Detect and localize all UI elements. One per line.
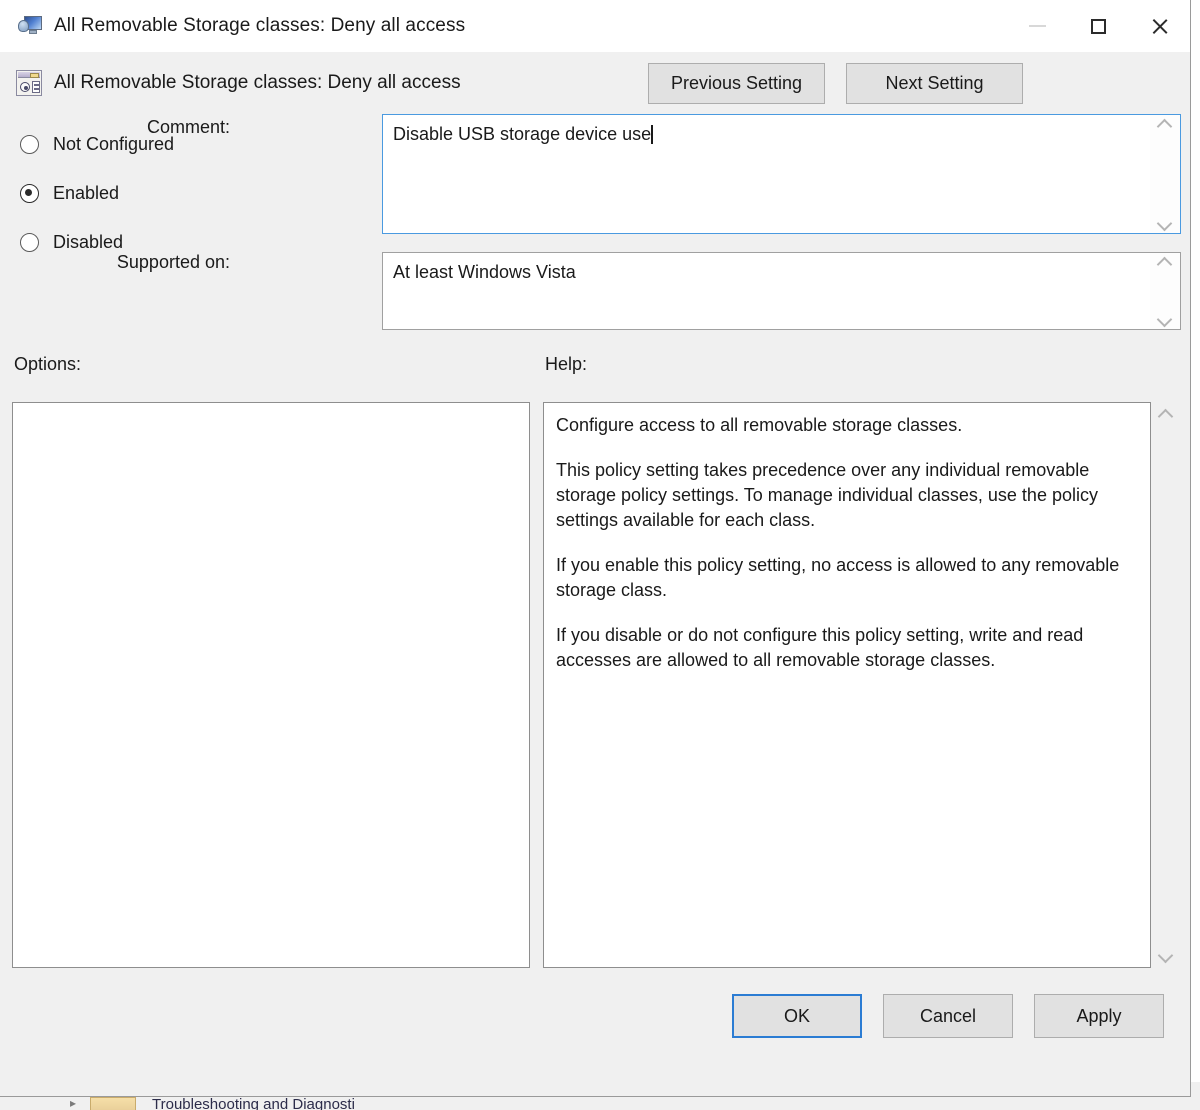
comment-text[interactable]: Disable USB storage device use [383,115,1150,233]
radio-icon [20,233,39,252]
pane-labels: Options: Help: [0,354,1190,402]
titlebar: All Removable Storage classes: Deny all … [0,0,1190,52]
folder-icon [90,1097,136,1110]
comment-textbox[interactable]: Disable USB storage device use [382,114,1181,234]
help-paragraph: If you enable this policy setting, no ac… [556,553,1138,603]
maximize-icon [1091,19,1106,34]
radio-enabled[interactable]: Enabled [20,169,240,218]
help-paragraph: If you disable or do not configure this … [556,623,1138,673]
policy-header: All Removable Storage classes: Deny all … [0,52,1190,114]
background-tree-item-label: Troubleshooting and Diagnosti [152,1096,355,1110]
supported-on-scrollbar[interactable] [1150,253,1180,329]
policy-setting-icon [16,70,42,96]
policy-state-radio-group: Not Configured Enabled Disabled [20,120,240,267]
help-label: Help: [545,354,587,375]
next-setting-button[interactable]: Next Setting [846,63,1023,104]
radio-disabled-label: Disabled [53,232,123,253]
options-label: Options: [14,354,81,375]
minimize-button[interactable] [1007,0,1068,52]
policy-setting-dialog: All Removable Storage classes: Deny all … [0,0,1191,1097]
help-paragraph: This policy setting takes precedence ove… [556,458,1138,533]
supported-on-label: Supported on: [30,252,230,273]
radio-selected-icon [20,184,39,203]
maximize-button[interactable] [1068,0,1129,52]
ok-button[interactable]: OK [732,994,862,1038]
help-pane: Configure access to all removable storag… [543,402,1151,968]
apply-button[interactable]: Apply [1034,994,1164,1038]
setting-navigation: Previous Setting Next Setting [648,63,1023,104]
close-button[interactable] [1129,0,1190,52]
minimize-icon [1029,25,1046,27]
user-configuration-monitor-icon [18,15,42,37]
supported-on-value: At least Windows Vista [383,253,1150,329]
panes: Configure access to all removable storag… [0,402,1190,974]
text-caret [651,125,653,144]
footer-button-group: OK Cancel Apply [732,994,1164,1038]
scroll-up-icon[interactable] [1159,410,1173,419]
supported-on-textbox: At least Windows Vista [382,252,1181,330]
options-pane[interactable] [12,402,530,968]
window-title: All Removable Storage classes: Deny all … [54,15,1007,37]
comment-value: Disable USB storage device use [393,124,651,144]
help-paragraph: Configure access to all removable storag… [556,413,1138,438]
scroll-up-icon[interactable] [1158,120,1172,129]
policy-name: All Removable Storage classes: Deny all … [54,72,648,94]
scroll-down-icon[interactable] [1159,951,1173,960]
help-pane-wrapper: Configure access to all removable storag… [543,402,1181,968]
scroll-down-icon[interactable] [1158,219,1172,228]
comment-label: Comment: [30,117,230,138]
scroll-up-icon[interactable] [1158,258,1172,267]
close-icon [1150,17,1169,36]
tree-expander-icon: ▸ [62,1096,84,1110]
settings-region: Not Configured Enabled Disabled Comment:… [0,114,1190,354]
dialog-footer: OK Cancel Apply [0,974,1190,1064]
cancel-button[interactable]: Cancel [883,994,1013,1038]
previous-setting-button[interactable]: Previous Setting [648,63,825,104]
help-scrollbar[interactable] [1151,402,1181,968]
radio-enabled-label: Enabled [53,183,119,204]
comment-scrollbar[interactable] [1150,115,1180,233]
scroll-down-icon[interactable] [1158,315,1172,324]
